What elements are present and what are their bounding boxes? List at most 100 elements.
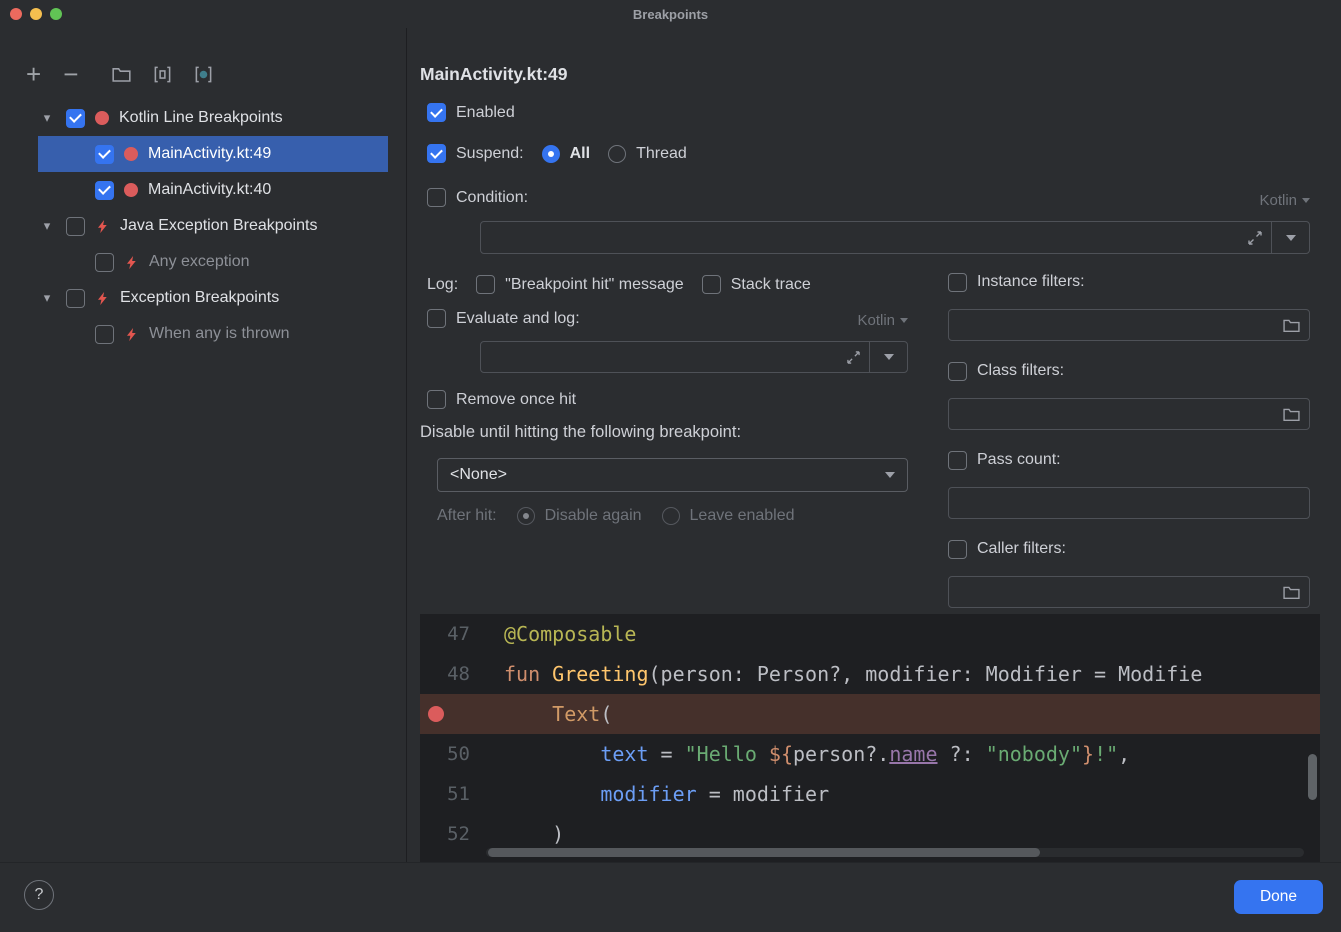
line-number: 50: [420, 743, 486, 765]
tree-row[interactable]: ▾Java Exception Breakpoints: [38, 208, 388, 244]
group-by-package-button[interactable]: [194, 65, 213, 84]
expander-chevron-icon[interactable]: ▾: [38, 290, 56, 306]
tree-row[interactable]: When any is thrown: [38, 316, 388, 352]
remove-breakpoint-button[interactable]: −: [63, 64, 78, 84]
enabled-checkbox[interactable]: [427, 103, 446, 122]
remove-once-label: Remove once hit: [456, 391, 576, 409]
exception-bolt-icon: [95, 219, 110, 234]
leave-enabled-radio[interactable]: [662, 507, 680, 525]
filter-checkbox[interactable]: [948, 273, 967, 292]
filter-input[interactable]: [949, 488, 1309, 518]
breakpoint-dot-icon[interactable]: [428, 706, 444, 722]
chevron-down-icon: [1286, 235, 1296, 241]
condition-language-label: Kotlin: [1259, 192, 1297, 209]
tree-row[interactable]: ▾ Exception Breakpoints: [38, 280, 388, 316]
group-by-file-button[interactable]: [112, 66, 131, 83]
help-icon: ?: [35, 886, 44, 904]
editor-lines: 47@Composable48fun Greeting(person: Pers…: [420, 614, 1320, 854]
filter-field: [948, 309, 1310, 341]
browse-folder-icon[interactable]: [1274, 318, 1309, 333]
tree-checkbox[interactable]: [66, 217, 85, 236]
minimize-button[interactable]: [30, 8, 42, 20]
suspend-all-label: All: [570, 145, 590, 163]
evaluate-input[interactable]: [481, 342, 838, 372]
browse-folder-icon[interactable]: [1274, 407, 1309, 422]
log-label: Log:: [427, 276, 458, 294]
evaluate-checkbox[interactable]: [427, 309, 446, 328]
line-number: 52: [420, 823, 486, 845]
evaluate-history-dropdown[interactable]: [869, 342, 907, 372]
browse-folder-icon[interactable]: [1274, 585, 1309, 600]
breakpoint-dot-icon: [124, 147, 138, 161]
suspend-thread-radio[interactable]: [608, 145, 626, 163]
chevron-down-icon: [884, 354, 894, 360]
leave-enabled-label: Leave enabled: [690, 507, 795, 525]
filter-label: Instance filters:: [977, 273, 1085, 291]
expander-chevron-icon[interactable]: ▾: [38, 110, 56, 126]
filter-label: Class filters:: [977, 362, 1064, 380]
filters-column: Instance filters:Class filters:Pass coun…: [948, 269, 1310, 625]
filter-input[interactable]: [949, 310, 1274, 340]
tree-row[interactable]: MainActivity.kt:49: [38, 136, 388, 172]
code-text: modifier = modifier: [486, 782, 829, 806]
horizontal-scrollbar[interactable]: [488, 848, 1040, 857]
filter-group: Class filters:: [948, 358, 1310, 430]
suspend-all-radio[interactable]: [542, 145, 560, 163]
code-text: fun Greeting(person: Person?, modifier: …: [486, 662, 1202, 686]
tree-item-label: Exception Breakpoints: [120, 289, 279, 307]
expander-chevron-icon[interactable]: ▾: [38, 218, 56, 234]
expand-editor-icon[interactable]: [1239, 231, 1271, 245]
remove-once-checkbox[interactable]: [427, 390, 446, 409]
folder-icon: [112, 66, 131, 83]
chevron-down-icon: [900, 318, 908, 323]
tree-row[interactable]: Any exception: [38, 244, 388, 280]
suspend-checkbox[interactable]: [427, 144, 446, 163]
evaluate-language-label: Kotlin: [857, 312, 895, 329]
chevron-down-icon: [885, 472, 895, 478]
vertical-scrollbar[interactable]: [1308, 754, 1317, 800]
code-text: Text(: [486, 702, 612, 726]
expand-editor-icon[interactable]: [838, 351, 869, 364]
done-button[interactable]: Done: [1234, 880, 1323, 914]
filter-checkbox[interactable]: [948, 362, 967, 381]
condition-input[interactable]: [481, 222, 1239, 253]
condition-history-dropdown[interactable]: [1271, 222, 1309, 253]
tree-checkbox[interactable]: [95, 253, 114, 272]
zoom-button[interactable]: [50, 8, 62, 20]
group-by-class-button[interactable]: [153, 65, 172, 84]
evaluate-language-selector[interactable]: Kotlin: [857, 312, 908, 329]
condition-checkbox[interactable]: [427, 188, 446, 207]
filter-input[interactable]: [949, 577, 1274, 607]
disable-again-label: Disable again: [545, 507, 642, 525]
code-line: 51 modifier = modifier: [420, 774, 1320, 814]
filter-checkbox[interactable]: [948, 540, 967, 559]
traffic-lights: [10, 8, 62, 20]
filter-input[interactable]: [949, 399, 1274, 429]
window-title: Breakpoints: [633, 7, 708, 22]
exception-bolt-icon: [95, 291, 110, 306]
help-button[interactable]: ?: [24, 880, 54, 910]
filter-group: Instance filters:: [948, 269, 1310, 341]
remove-once-row: Remove once hit: [427, 390, 576, 409]
sidebar: + − ▾Kotlin Line BreakpointsMainActivity…: [0, 28, 407, 862]
tree-checkbox[interactable]: [95, 325, 114, 344]
tree-checkbox[interactable]: [95, 145, 114, 164]
close-button[interactable]: [10, 8, 22, 20]
tree-item-label: When any is thrown: [149, 325, 290, 343]
sidebar-toolbar: + −: [26, 60, 213, 88]
tree-checkbox[interactable]: [66, 289, 85, 308]
disable-again-radio[interactable]: [517, 507, 535, 525]
tree-checkbox[interactable]: [95, 181, 114, 200]
add-breakpoint-button[interactable]: +: [26, 64, 41, 84]
line-number: 47: [420, 623, 486, 645]
disable-until-combobox[interactable]: <None>: [437, 458, 908, 492]
stack-trace-checkbox[interactable]: [702, 275, 721, 294]
evaluate-field: [480, 341, 908, 373]
filter-field: [948, 398, 1310, 430]
log-message-checkbox[interactable]: [476, 275, 495, 294]
filter-checkbox[interactable]: [948, 451, 967, 470]
tree-checkbox[interactable]: [66, 109, 85, 128]
tree-row[interactable]: MainActivity.kt:40: [38, 172, 388, 208]
tree-row[interactable]: ▾Kotlin Line Breakpoints: [38, 100, 388, 136]
condition-language-selector[interactable]: Kotlin: [1259, 192, 1310, 209]
